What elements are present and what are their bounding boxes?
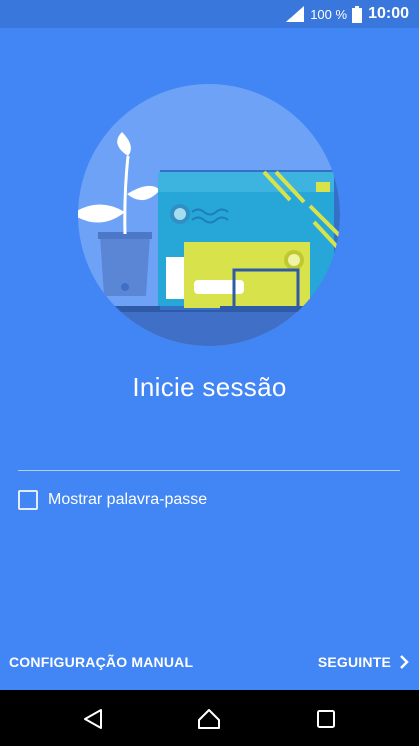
mail-illustration	[78, 84, 340, 346]
manual-config-button[interactable]: CONFIGURAÇÃO MANUAL	[9, 654, 193, 670]
back-icon[interactable]	[82, 708, 104, 730]
signal-icon	[286, 6, 305, 22]
login-screen: 100 % 10:00 Inicie sessão Mostrar palavr…	[0, 0, 419, 746]
clock: 10:00	[368, 5, 409, 22]
navigation-bar	[0, 690, 419, 746]
chevron-right-icon	[400, 655, 409, 669]
next-button-label: SEGUINTE	[317, 654, 391, 670]
battery-percent: 100 %	[310, 6, 348, 22]
password-input[interactable]	[18, 430, 400, 468]
show-password-label: Mostrar palavra-passe	[48, 491, 208, 508]
recents-icon[interactable]	[315, 708, 337, 730]
home-icon[interactable]	[198, 708, 220, 730]
status-icons: 100 % 10:00	[286, 4, 409, 24]
checkbox-icon[interactable]	[18, 490, 38, 510]
status-bar: 100 % 10:00	[0, 0, 419, 28]
show-password-checkbox[interactable]: Mostrar palavra-passe	[18, 489, 207, 511]
page-title: Inicie sessão	[132, 372, 287, 402]
next-button[interactable]: SEGUINTE	[318, 654, 409, 670]
password-field[interactable]	[18, 430, 400, 471]
battery-icon	[352, 5, 363, 23]
